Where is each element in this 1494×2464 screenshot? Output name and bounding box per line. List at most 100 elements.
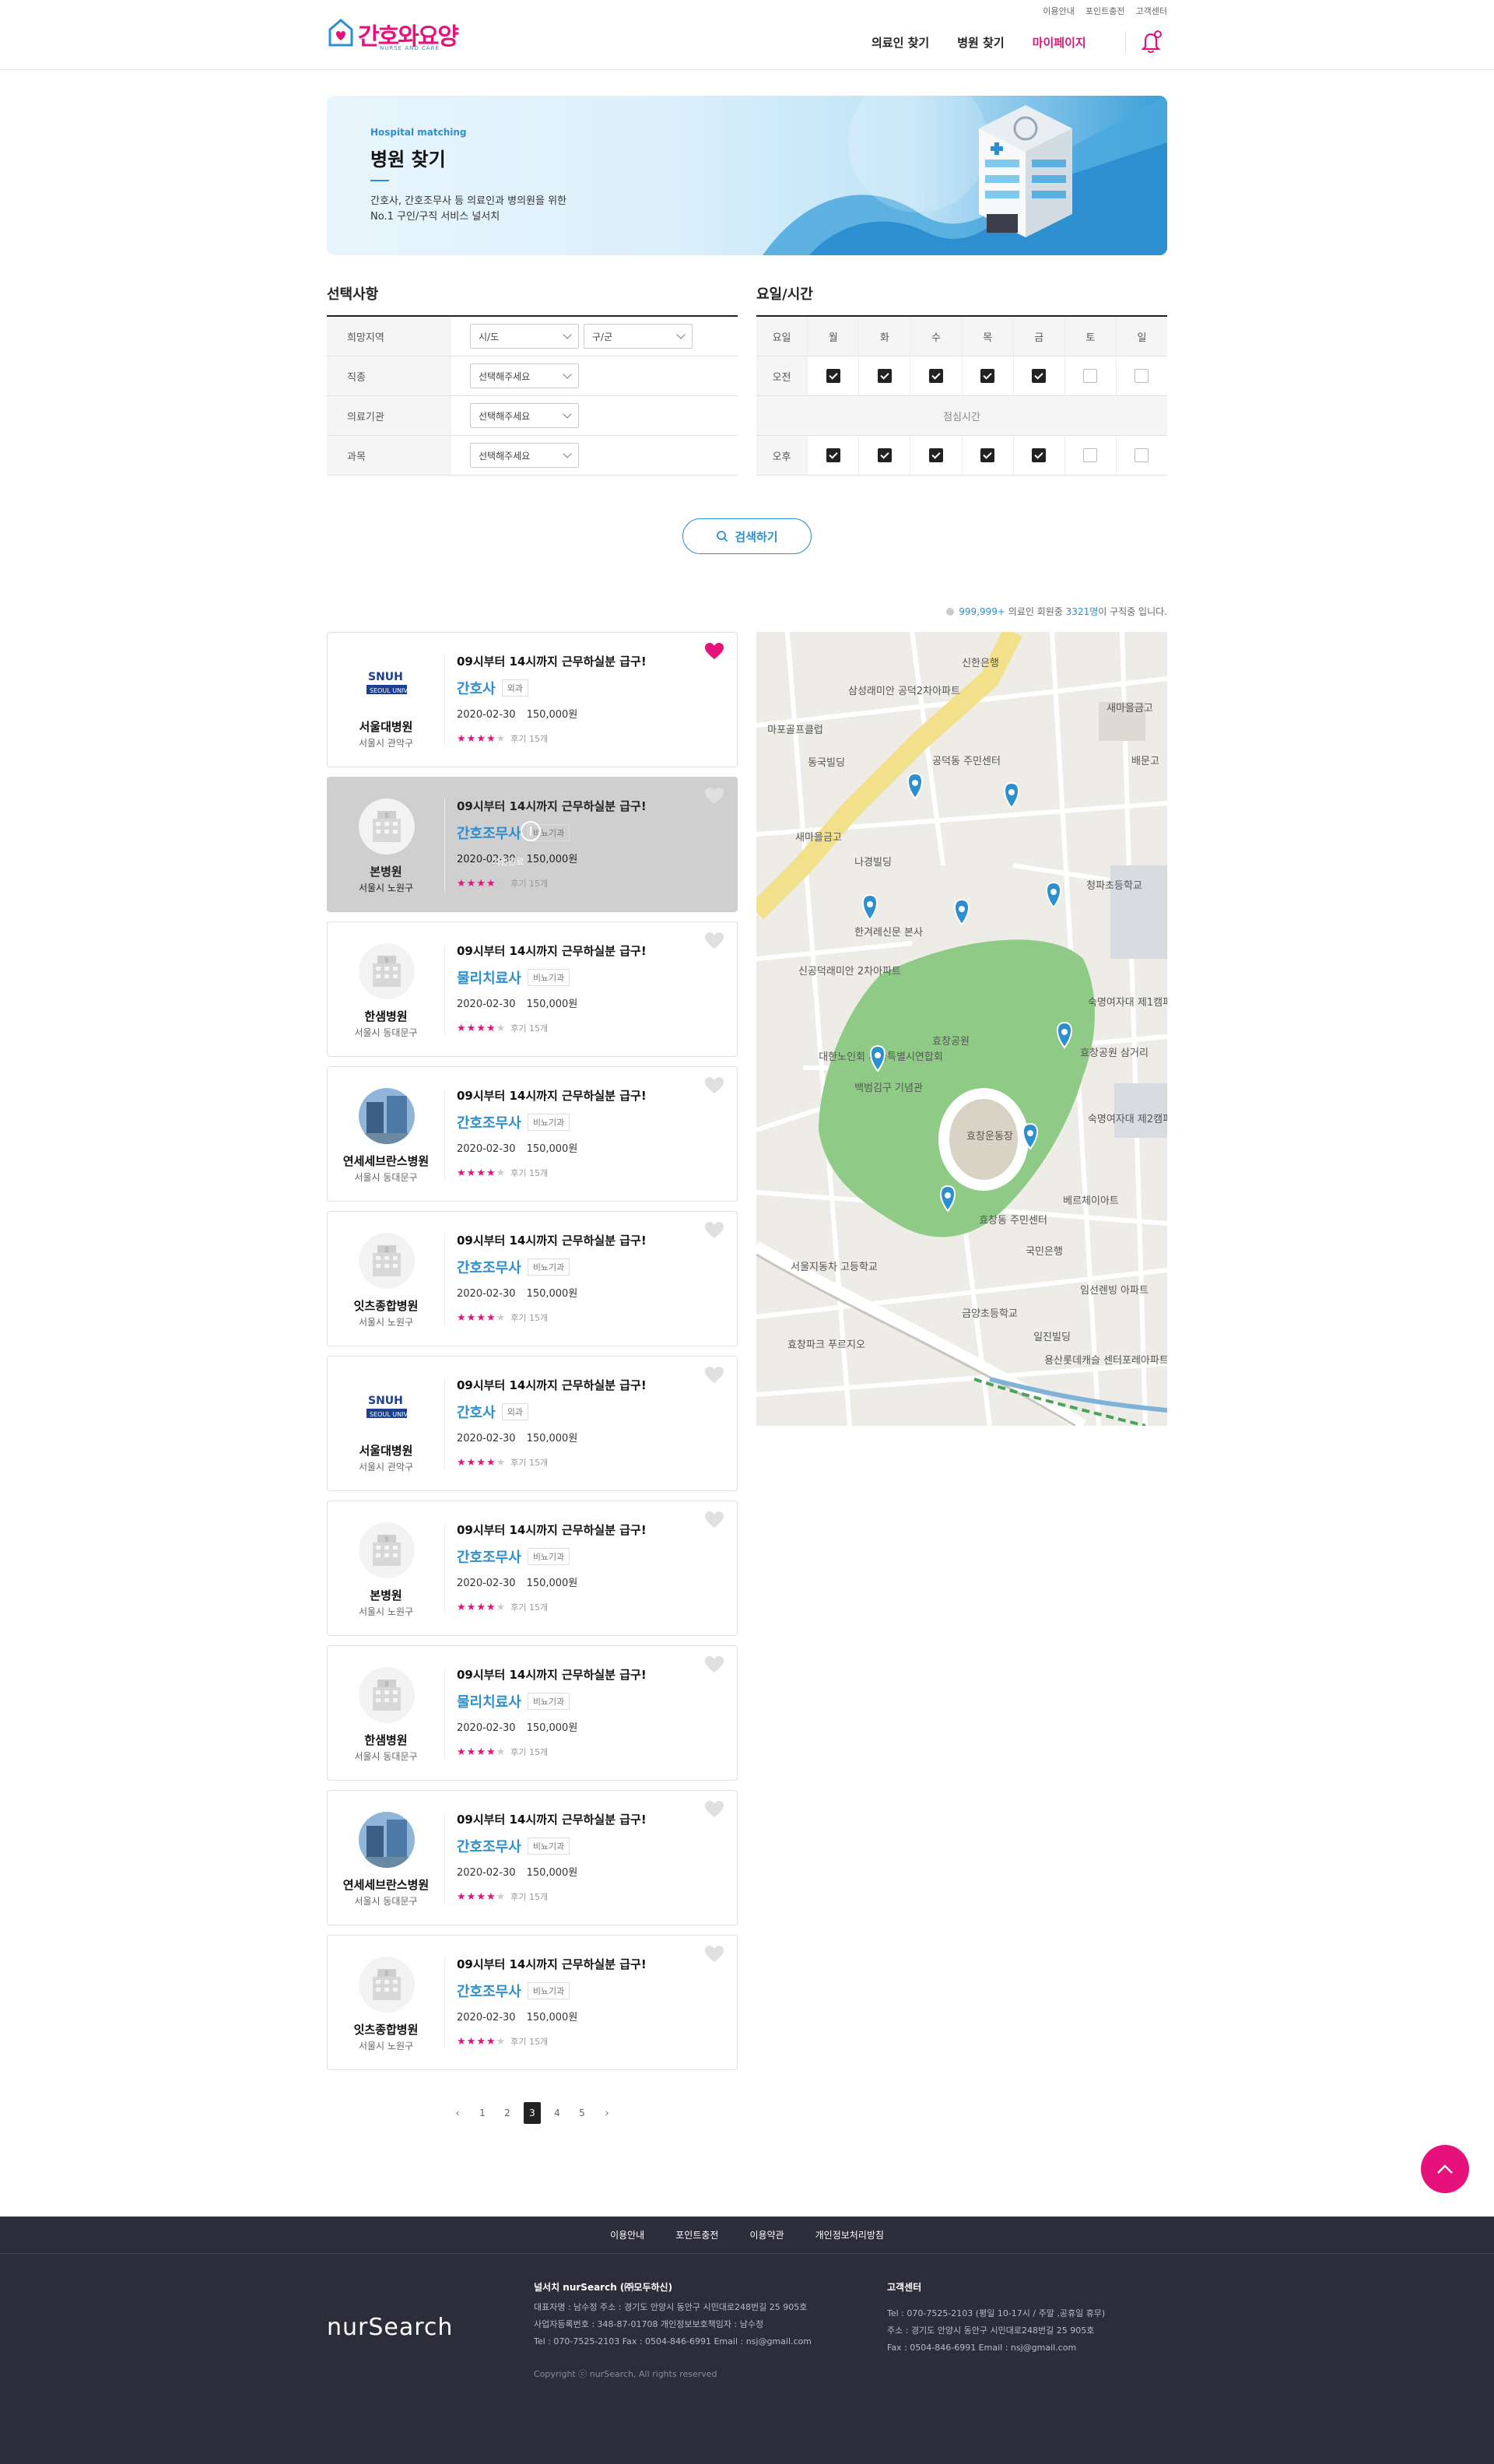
am-checkbox-5[interactable] [1083,369,1098,383]
footer-link-terms[interactable]: 이용약관 [749,2228,784,2241]
job-pay: 150,000원 [526,1433,578,1444]
scroll-top-button[interactable] [1421,2145,1469,2193]
pm-checkbox-3[interactable] [980,448,995,462]
hospital-card[interactable]: 본병원 서울시 노원구 09시부터 14시까지 근무하실분 급구! 간호조무사 비뇨기과… [327,1501,738,1636]
card-divider [444,1668,445,1760]
pagination-page-5[interactable]: 5 [573,2102,591,2124]
hospital-card[interactable]: 한샘병원 서울시 동대문구 09시부터 14시까지 근무하실분 급구! 물리치료사 비뇨… [327,1645,738,1781]
map-label: 임선렌빙 아파트 [1080,1285,1149,1297]
chevron-down-icon [563,449,572,458]
pagination-page-3[interactable]: 3 [524,2102,541,2124]
search-button[interactable]: 검색하기 [682,518,812,554]
hospital-logo [359,1957,415,2013]
nav-mypage[interactable]: 마이페이지 [1033,34,1086,51]
applied-overlay-text: 지원완료 [493,857,524,867]
job-title: 09시부터 14시까지 근무하실분 급구! [457,1523,647,1537]
pagination-prev[interactable]: ‹ [449,2102,466,2124]
position-label: 간호조무사 [457,1984,521,2000]
star-icon: ★ [476,1602,486,1613]
svg-text:SEOUL UNIV: SEOUL UNIV [370,687,408,694]
card-divider [444,799,445,891]
am-checkbox-2[interactable] [928,369,943,383]
region-sido-select[interactable]: 시/도 [470,324,579,349]
star-icon: ★ [457,2036,467,2048]
job-position: 간호조무사 비뇨기과 [457,1981,570,2001]
job-type-select[interactable]: 선택해주세요 [470,363,579,388]
notification-bell-icon[interactable] [1141,30,1163,54]
hospital-card[interactable]: 한샘병원 서울시 동대문구 09시부터 14시까지 근무하실분 급구! 물리치료사 비뇨… [327,921,738,1057]
schedule-title: 요일/시간 [756,286,813,303]
favorite-heart-icon[interactable] [704,642,724,661]
nav-find-medical-staff[interactable]: 의료인 찾기 [872,34,929,51]
map-view[interactable]: 신한은행 삼성래미안 공덕2차아파트 새마을금고 마포골프클럽 동국빌딩 공덕동 주민센터… [756,632,1167,1426]
am-checkbox-0[interactable] [826,369,840,383]
footer-link-privacy[interactable]: 개인정보처리방침 [815,2228,884,2241]
review-count: 후기 15개 [510,1747,549,1757]
util-link-support[interactable]: 고객센터 [1136,5,1167,17]
job-pay: 150,000원 [526,709,578,721]
star-icon: ★ [476,1312,486,1324]
hospital-location: 서울시 동대문구 [354,1027,418,1038]
pagination-page-2[interactable]: 2 [499,2102,516,2124]
favorite-heart-icon[interactable] [704,1221,724,1240]
map-label: 새마을금고 [1106,703,1153,714]
hospital-card[interactable]: 연세세브란스병원 서울시 동대문구 09시부터 14시까지 근무하실분 급구! 간호조… [327,1066,738,1202]
footer-link-guide[interactable]: 이용안내 [610,2228,644,2241]
filter-row-institution: 의료기관 선택해주세요 [327,396,738,436]
pm-checkbox-6[interactable] [1135,448,1149,462]
pm-checkbox-0[interactable] [826,448,840,462]
star-icon: ★ [466,1891,477,1903]
star-icon: ★ [496,1457,507,1469]
applied-check-icon [521,821,541,841]
position-label: 간호조무사 [457,1550,521,1566]
star-icon: ★ [466,1602,477,1613]
favorite-heart-icon[interactable] [704,1366,724,1385]
favorite-heart-icon[interactable] [704,1655,724,1674]
footer-link-points[interactable]: 포인트충전 [675,2228,718,2241]
pagination-page-1[interactable]: 1 [474,2102,491,2124]
util-link-guide[interactable]: 이용안내 [1043,5,1074,17]
hospital-card[interactable]: SNUH SEOUL UNIV 서울대병원 서울시 관악구 09시부터 14시까지 근무… [327,632,738,767]
rating-stars: ★★★★★ 후기 15개 [457,1890,548,1903]
rating-stars: ★★★★★ 후기 15개 [457,1022,548,1034]
util-link-points[interactable]: 포인트충전 [1085,5,1125,17]
hospital-card[interactable]: 잇츠종합병원 서울시 노원구 09시부터 14시까지 근무하실분 급구! 간호조무사 비… [327,1211,738,1346]
am-checkbox-6[interactable] [1135,369,1149,383]
hospital-name: 한샘병원 [364,1733,408,1747]
card-divider [444,1089,445,1181]
pagination-next[interactable]: › [598,2102,615,2124]
pm-checkbox-5[interactable] [1083,448,1098,462]
nav-find-hospital[interactable]: 병원 찾기 [957,34,1004,51]
pm-checkbox-2[interactable] [928,448,943,462]
utility-nav: 이용안내 포인트충전 고객센터 [1027,5,1167,17]
review-count: 후기 15개 [510,1168,549,1178]
favorite-heart-icon[interactable] [704,1800,724,1819]
favorite-heart-icon[interactable] [704,1076,724,1095]
am-checkbox-1[interactable] [877,369,892,383]
favorite-heart-icon[interactable] [704,1511,724,1529]
hospital-card[interactable]: 연세세브란스병원 서울시 동대문구 09시부터 14시까지 근무하실분 급구! 간호조… [327,1790,738,1925]
star-icon: ★ [476,878,486,890]
am-checkbox-3[interactable] [980,369,995,383]
star-icon: ★ [476,1891,486,1903]
pm-checkbox-4[interactable] [1032,448,1047,462]
job-meta: 2020-02-30 150,000원 [457,1140,588,1155]
favorite-heart-icon[interactable] [704,1945,724,1964]
favorite-heart-icon[interactable] [704,932,724,950]
am-checkbox-4[interactable] [1032,369,1047,383]
hospital-card[interactable]: SNUH SEOUL UNIV 서울대병원 서울시 관악구 09시부터 14시까지 근무… [327,1356,738,1491]
institution-select[interactable]: 선택해주세요 [470,403,579,428]
chevron-down-icon [676,330,686,339]
department-badge: 비뇨기과 [527,1258,570,1276]
pm-checkbox-1[interactable] [877,448,892,462]
region-gugun-select[interactable]: 구/군 [584,324,693,349]
hospital-card[interactable]: 잇츠종합병원 서울시 노원구 09시부터 14시까지 근무하실분 급구! 간호조무사 비… [327,1935,738,2070]
hospital-card[interactable]: 본병원 서울시 노원구 09시부터 14시까지 근무하실분 급구! 간호조무사 비뇨기과… [327,777,738,912]
favorite-heart-icon[interactable] [704,787,724,806]
job-position: 간호조무사 비뇨기과 [457,823,570,843]
department-select[interactable]: 선택해주세요 [470,443,579,468]
job-title: 09시부터 14시까지 근무하실분 급구! [457,1234,647,1248]
star-icon: ★ [486,1457,496,1469]
pagination-page-4[interactable]: 4 [549,2102,566,2124]
site-logo[interactable]: 간호와요양 NURSE AND CARE [327,12,459,56]
